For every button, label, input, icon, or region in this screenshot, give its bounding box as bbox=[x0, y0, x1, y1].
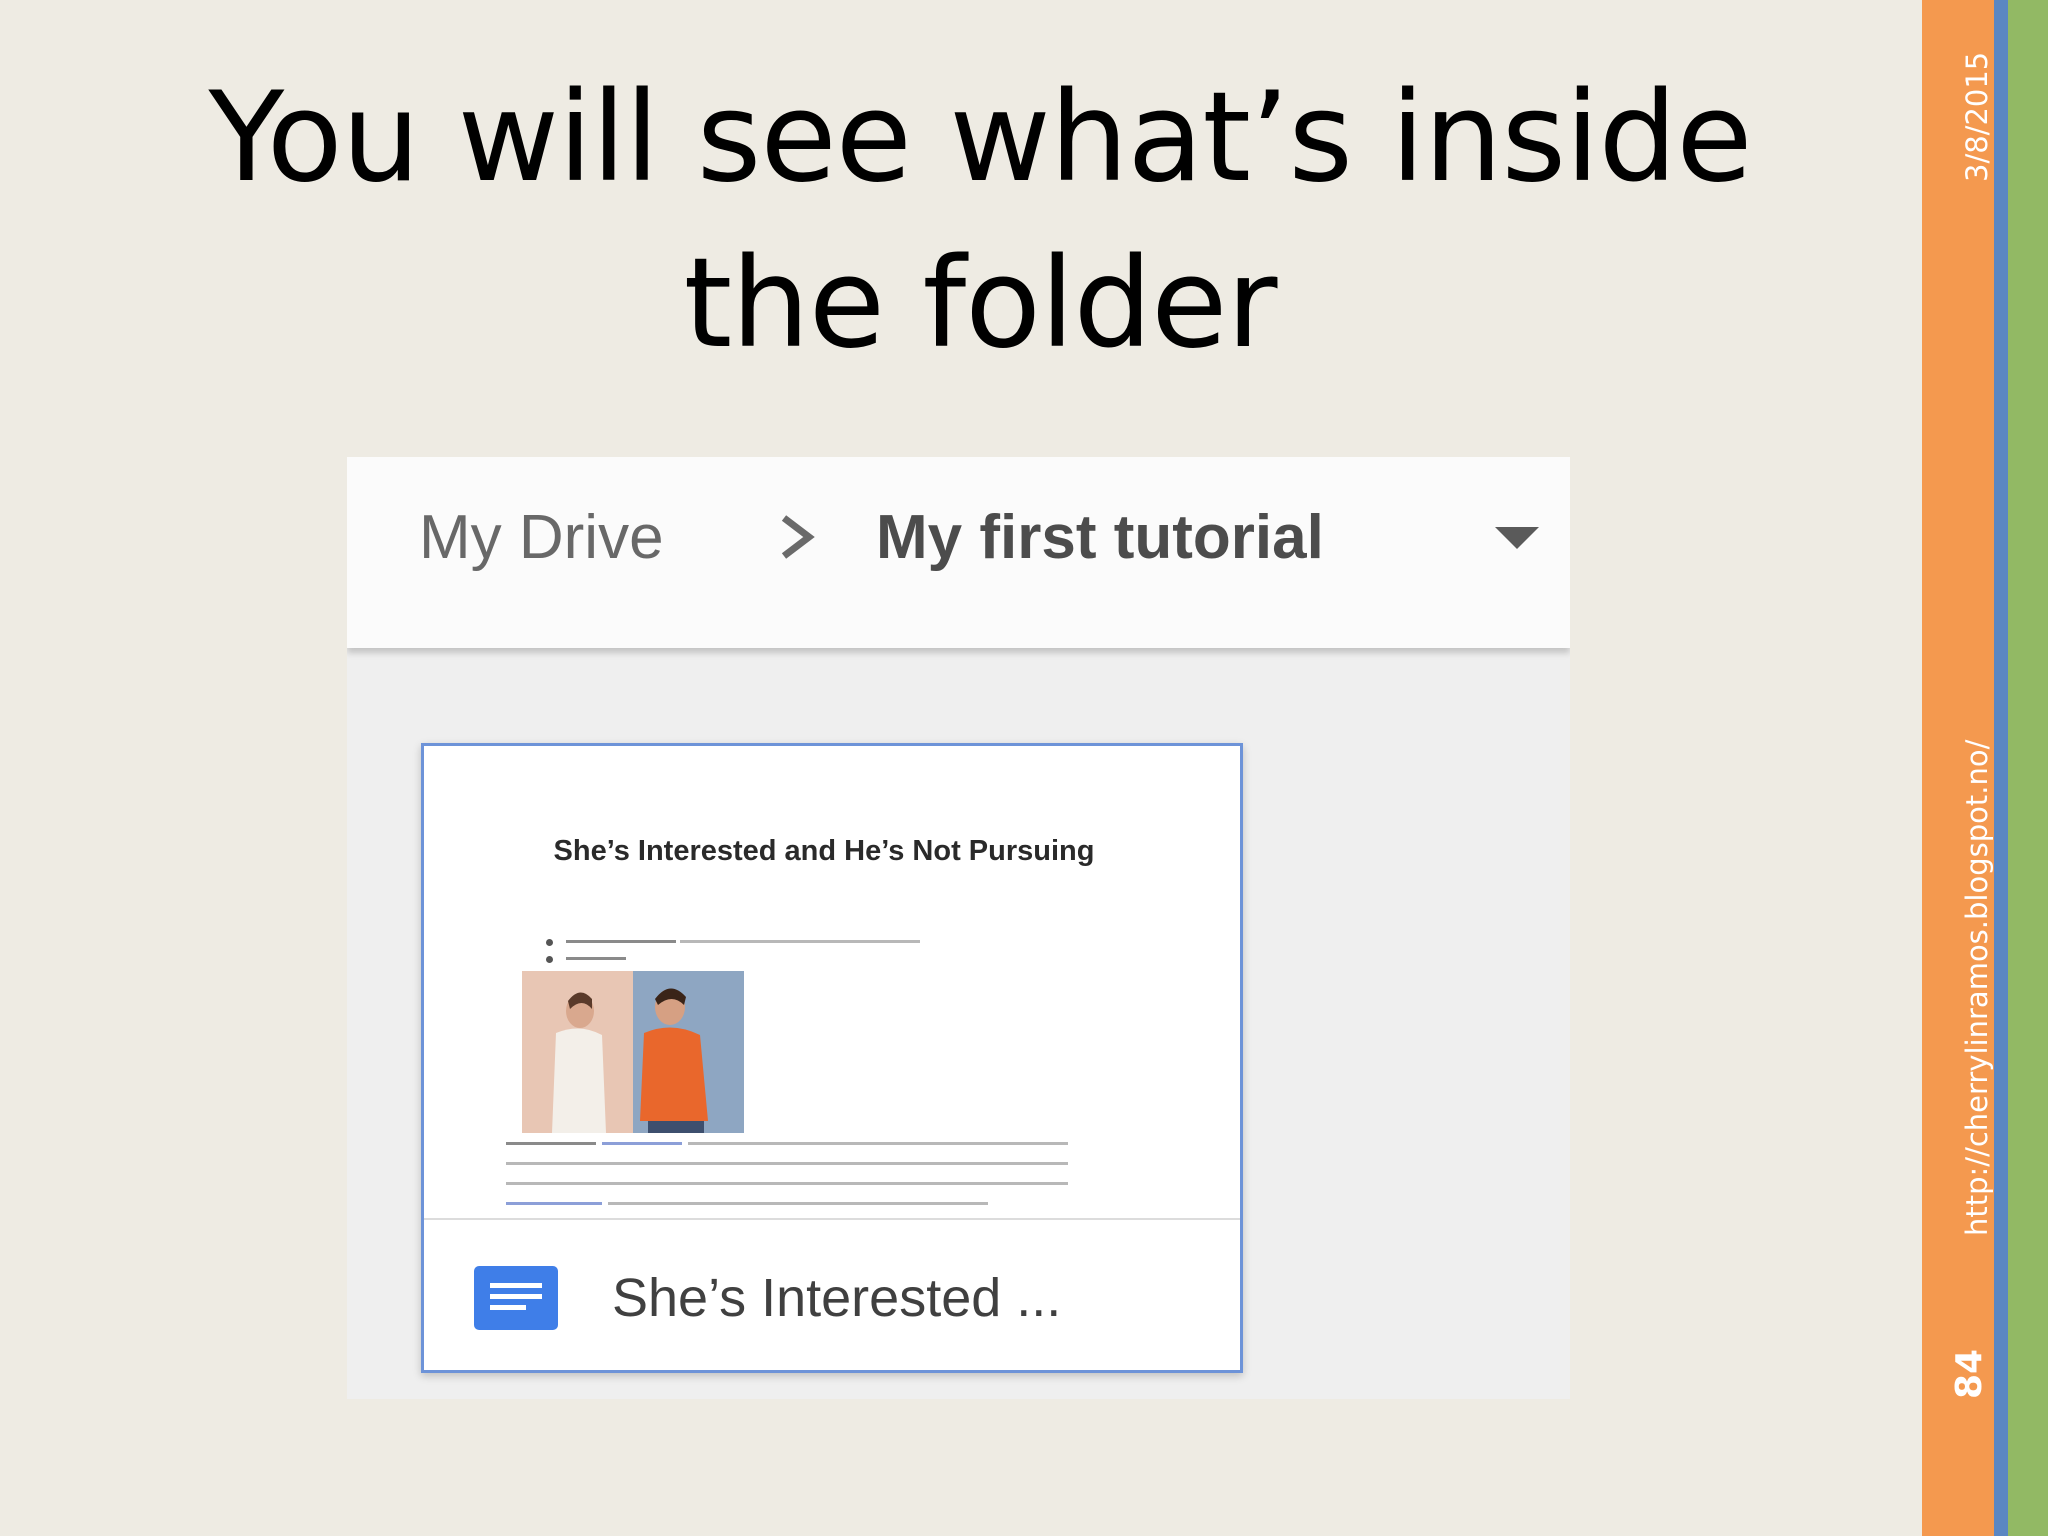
breadcrumb-my-drive[interactable]: My Drive bbox=[419, 502, 664, 573]
thumbnail-text-line bbox=[506, 1182, 1068, 1185]
drive-header: My Drive My first tutorial bbox=[347, 457, 1570, 648]
file-card[interactable]: She’s Interested and He’s Not Pursuing S… bbox=[421, 743, 1243, 1373]
thumbnail-text-line bbox=[608, 1202, 988, 1205]
slide-url: http://cherrylinramos.blogspot.no/ bbox=[1960, 739, 1994, 1236]
card-divider bbox=[424, 1218, 1240, 1220]
thumbnail-text-line bbox=[506, 1162, 1068, 1165]
side-bar-blue bbox=[1994, 0, 2008, 1536]
google-docs-icon bbox=[474, 1266, 558, 1335]
slide-title: You will see what’s inside the folder bbox=[208, 66, 1752, 376]
thumbnail-text-line bbox=[688, 1142, 1068, 1145]
breadcrumb-current-folder[interactable]: My first tutorial bbox=[876, 502, 1324, 573]
document-thumbnail: She’s Interested and He’s Not Pursuing bbox=[424, 746, 1240, 1218]
thumbnail-text-line bbox=[602, 1142, 682, 1145]
thumbnail-text-line bbox=[506, 1202, 602, 1205]
thumbnail-text-line bbox=[680, 940, 920, 943]
drive-screenshot: My Drive My first tutorial She’s Interes… bbox=[347, 457, 1570, 1399]
thumbnail-title: She’s Interested and He’s Not Pursuing bbox=[553, 835, 1095, 867]
chevron-right-icon bbox=[775, 512, 819, 567]
thumbnail-text-line bbox=[566, 940, 676, 943]
side-bar-green bbox=[2008, 0, 2048, 1536]
slide-date: 3/8/2015 bbox=[1960, 51, 1994, 182]
thumbnail-text-line bbox=[506, 1142, 596, 1145]
thumbnail-bullet bbox=[546, 939, 553, 946]
thumbnail-bullet bbox=[546, 956, 553, 963]
slide-number: 84 bbox=[1949, 1348, 1990, 1399]
thumbnail-text-line bbox=[566, 957, 626, 960]
caret-down-icon[interactable] bbox=[1495, 527, 1539, 556]
thumbnail-photo bbox=[522, 971, 744, 1133]
file-name: She’s Interested ... bbox=[612, 1268, 1062, 1328]
